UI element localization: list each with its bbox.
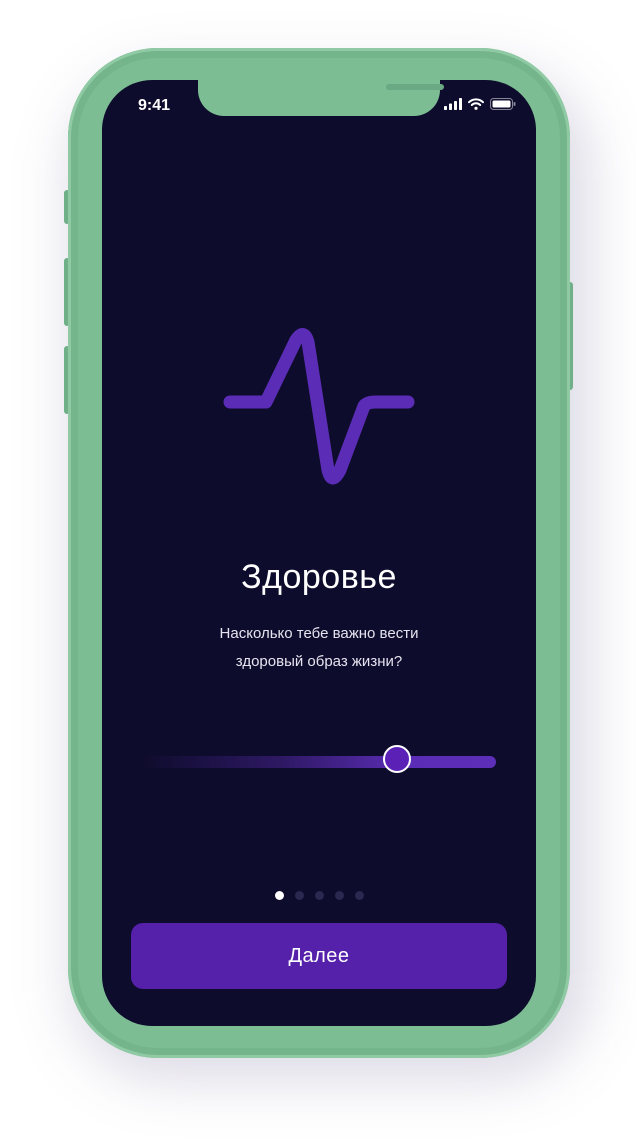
wifi-icon [468,98,484,110]
subtitle-line-2: здоровый образ жизни? [235,653,403,670]
page-dot-5 [354,891,364,900]
importance-slider-track[interactable] [142,756,496,768]
status-icons [444,98,516,110]
onboarding-title: Здоровье [241,558,397,596]
signal-icon [444,98,462,110]
page-dot-3 [314,891,324,900]
stage: 9:41 Здоровье Насколько тебе важно вести… [0,0,636,1138]
page-dot-1 [274,891,284,900]
importance-slider-thumb[interactable] [382,745,411,773]
speaker-grille [386,84,444,90]
next-button[interactable]: Далее [131,923,507,989]
battery-icon [490,98,516,110]
onboarding-subtitle: Насколько тебе важно вести здоровый обра… [162,620,476,676]
notch [198,80,444,116]
phone-screen: 9:41 Здоровье Насколько тебе важно вести… [102,80,536,1026]
pulse-icon [223,328,415,485]
status-time: 9:41 [138,97,171,114]
page-dot-4 [334,891,344,900]
subtitle-line-1: Насколько тебе важно вести [219,625,419,642]
page-indicator [102,891,536,900]
page-dot-2 [294,891,304,900]
